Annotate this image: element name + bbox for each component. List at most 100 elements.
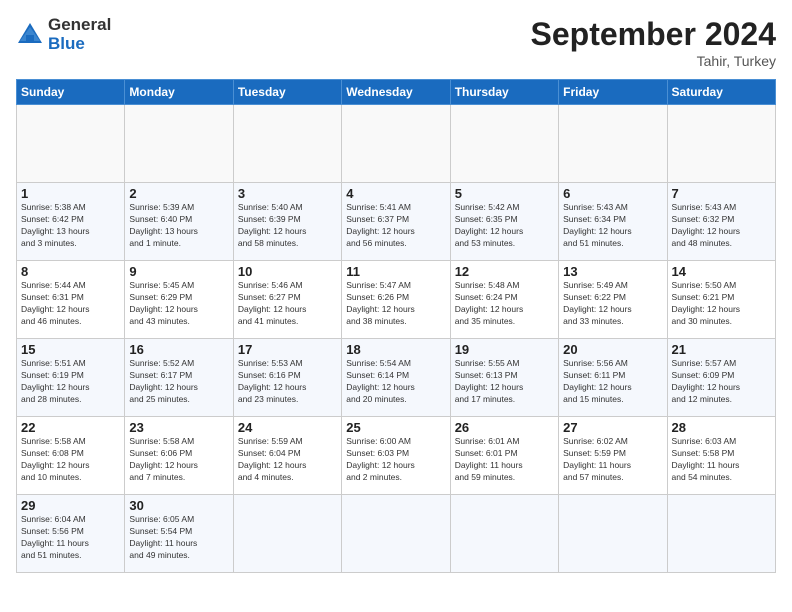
day-number: 27: [563, 420, 662, 435]
logo-general: General: [48, 16, 111, 35]
calendar-cell: [559, 495, 667, 573]
calendar-cell: 17Sunrise: 5:53 AM Sunset: 6:16 PM Dayli…: [233, 339, 341, 417]
day-number: 22: [21, 420, 120, 435]
calendar-cell: 4Sunrise: 5:41 AM Sunset: 6:37 PM Daylig…: [342, 183, 450, 261]
calendar-cell: [667, 495, 775, 573]
day-info: Sunrise: 5:47 AM Sunset: 6:26 PM Dayligh…: [346, 280, 445, 328]
calendar-cell: 27Sunrise: 6:02 AM Sunset: 5:59 PM Dayli…: [559, 417, 667, 495]
day-info: Sunrise: 5:45 AM Sunset: 6:29 PM Dayligh…: [129, 280, 228, 328]
calendar-cell: 5Sunrise: 5:42 AM Sunset: 6:35 PM Daylig…: [450, 183, 558, 261]
calendar-cell: [667, 105, 775, 183]
day-number: 28: [672, 420, 771, 435]
day-info: Sunrise: 5:53 AM Sunset: 6:16 PM Dayligh…: [238, 358, 337, 406]
month-title: September 2024: [531, 16, 776, 53]
calendar-cell: 7Sunrise: 5:43 AM Sunset: 6:32 PM Daylig…: [667, 183, 775, 261]
day-info: Sunrise: 5:44 AM Sunset: 6:31 PM Dayligh…: [21, 280, 120, 328]
calendar-cell: [17, 105, 125, 183]
calendar-cell: 8Sunrise: 5:44 AM Sunset: 6:31 PM Daylig…: [17, 261, 125, 339]
calendar-cell: [450, 105, 558, 183]
header: General Blue September 2024 Tahir, Turke…: [16, 16, 776, 69]
calendar-week-4: 15Sunrise: 5:51 AM Sunset: 6:19 PM Dayli…: [17, 339, 776, 417]
day-number: 24: [238, 420, 337, 435]
calendar-cell: 24Sunrise: 5:59 AM Sunset: 6:04 PM Dayli…: [233, 417, 341, 495]
calendar-cell: 9Sunrise: 5:45 AM Sunset: 6:29 PM Daylig…: [125, 261, 233, 339]
day-number: 19: [455, 342, 554, 357]
day-info: Sunrise: 5:58 AM Sunset: 6:08 PM Dayligh…: [21, 436, 120, 484]
day-number: 8: [21, 264, 120, 279]
calendar-week-5: 22Sunrise: 5:58 AM Sunset: 6:08 PM Dayli…: [17, 417, 776, 495]
day-header-tuesday: Tuesday: [233, 80, 341, 105]
day-info: Sunrise: 6:00 AM Sunset: 6:03 PM Dayligh…: [346, 436, 445, 484]
day-number: 2: [129, 186, 228, 201]
calendar-cell: [342, 495, 450, 573]
day-info: Sunrise: 5:50 AM Sunset: 6:21 PM Dayligh…: [672, 280, 771, 328]
day-number: 30: [129, 498, 228, 513]
calendar-cell: 19Sunrise: 5:55 AM Sunset: 6:13 PM Dayli…: [450, 339, 558, 417]
day-info: Sunrise: 5:48 AM Sunset: 6:24 PM Dayligh…: [455, 280, 554, 328]
calendar-cell: 20Sunrise: 5:56 AM Sunset: 6:11 PM Dayli…: [559, 339, 667, 417]
calendar-cell: 30Sunrise: 6:05 AM Sunset: 5:54 PM Dayli…: [125, 495, 233, 573]
day-number: 15: [21, 342, 120, 357]
calendar-cell: 10Sunrise: 5:46 AM Sunset: 6:27 PM Dayli…: [233, 261, 341, 339]
logo-text: General Blue: [48, 16, 111, 53]
calendar-cell: 26Sunrise: 6:01 AM Sunset: 6:01 PM Dayli…: [450, 417, 558, 495]
calendar-cell: 23Sunrise: 5:58 AM Sunset: 6:06 PM Dayli…: [125, 417, 233, 495]
day-info: Sunrise: 5:51 AM Sunset: 6:19 PM Dayligh…: [21, 358, 120, 406]
day-info: Sunrise: 5:43 AM Sunset: 6:32 PM Dayligh…: [672, 202, 771, 250]
day-info: Sunrise: 5:49 AM Sunset: 6:22 PM Dayligh…: [563, 280, 662, 328]
logo: General Blue: [16, 16, 111, 53]
title-block: September 2024 Tahir, Turkey: [531, 16, 776, 69]
calendar-cell: 3Sunrise: 5:40 AM Sunset: 6:39 PM Daylig…: [233, 183, 341, 261]
day-info: Sunrise: 6:04 AM Sunset: 5:56 PM Dayligh…: [21, 514, 120, 562]
calendar-week-1: [17, 105, 776, 183]
calendar-cell: 29Sunrise: 6:04 AM Sunset: 5:56 PM Dayli…: [17, 495, 125, 573]
day-number: 17: [238, 342, 337, 357]
calendar-cell: [342, 105, 450, 183]
day-info: Sunrise: 5:38 AM Sunset: 6:42 PM Dayligh…: [21, 202, 120, 250]
day-info: Sunrise: 5:55 AM Sunset: 6:13 PM Dayligh…: [455, 358, 554, 406]
day-info: Sunrise: 5:42 AM Sunset: 6:35 PM Dayligh…: [455, 202, 554, 250]
day-number: 12: [455, 264, 554, 279]
day-header-friday: Friday: [559, 80, 667, 105]
day-header-sunday: Sunday: [17, 80, 125, 105]
day-info: Sunrise: 6:01 AM Sunset: 6:01 PM Dayligh…: [455, 436, 554, 484]
calendar-cell: [233, 105, 341, 183]
logo-icon: [16, 21, 44, 49]
calendar-cell: 14Sunrise: 5:50 AM Sunset: 6:21 PM Dayli…: [667, 261, 775, 339]
day-header-wednesday: Wednesday: [342, 80, 450, 105]
day-number: 25: [346, 420, 445, 435]
day-info: Sunrise: 6:03 AM Sunset: 5:58 PM Dayligh…: [672, 436, 771, 484]
day-number: 23: [129, 420, 228, 435]
calendar-table: SundayMondayTuesdayWednesdayThursdayFrid…: [16, 79, 776, 573]
calendar-page: General Blue September 2024 Tahir, Turke…: [0, 0, 792, 612]
day-info: Sunrise: 5:41 AM Sunset: 6:37 PM Dayligh…: [346, 202, 445, 250]
day-header-thursday: Thursday: [450, 80, 558, 105]
day-number: 6: [563, 186, 662, 201]
day-number: 5: [455, 186, 554, 201]
day-info: Sunrise: 5:57 AM Sunset: 6:09 PM Dayligh…: [672, 358, 771, 406]
calendar-cell: 25Sunrise: 6:00 AM Sunset: 6:03 PM Dayli…: [342, 417, 450, 495]
calendar-cell: 15Sunrise: 5:51 AM Sunset: 6:19 PM Dayli…: [17, 339, 125, 417]
day-number: 4: [346, 186, 445, 201]
day-info: Sunrise: 6:05 AM Sunset: 5:54 PM Dayligh…: [129, 514, 228, 562]
calendar-week-2: 1Sunrise: 5:38 AM Sunset: 6:42 PM Daylig…: [17, 183, 776, 261]
day-info: Sunrise: 6:02 AM Sunset: 5:59 PM Dayligh…: [563, 436, 662, 484]
day-number: 16: [129, 342, 228, 357]
day-header-saturday: Saturday: [667, 80, 775, 105]
calendar-cell: [450, 495, 558, 573]
day-number: 10: [238, 264, 337, 279]
day-number: 29: [21, 498, 120, 513]
header-row: SundayMondayTuesdayWednesdayThursdayFrid…: [17, 80, 776, 105]
calendar-cell: 2Sunrise: 5:39 AM Sunset: 6:40 PM Daylig…: [125, 183, 233, 261]
calendar-cell: 12Sunrise: 5:48 AM Sunset: 6:24 PM Dayli…: [450, 261, 558, 339]
calendar-cell: 13Sunrise: 5:49 AM Sunset: 6:22 PM Dayli…: [559, 261, 667, 339]
day-number: 9: [129, 264, 228, 279]
day-info: Sunrise: 5:54 AM Sunset: 6:14 PM Dayligh…: [346, 358, 445, 406]
calendar-cell: 18Sunrise: 5:54 AM Sunset: 6:14 PM Dayli…: [342, 339, 450, 417]
day-number: 11: [346, 264, 445, 279]
calendar-week-6: 29Sunrise: 6:04 AM Sunset: 5:56 PM Dayli…: [17, 495, 776, 573]
day-info: Sunrise: 5:46 AM Sunset: 6:27 PM Dayligh…: [238, 280, 337, 328]
day-number: 18: [346, 342, 445, 357]
calendar-cell: 21Sunrise: 5:57 AM Sunset: 6:09 PM Dayli…: [667, 339, 775, 417]
day-info: Sunrise: 5:56 AM Sunset: 6:11 PM Dayligh…: [563, 358, 662, 406]
